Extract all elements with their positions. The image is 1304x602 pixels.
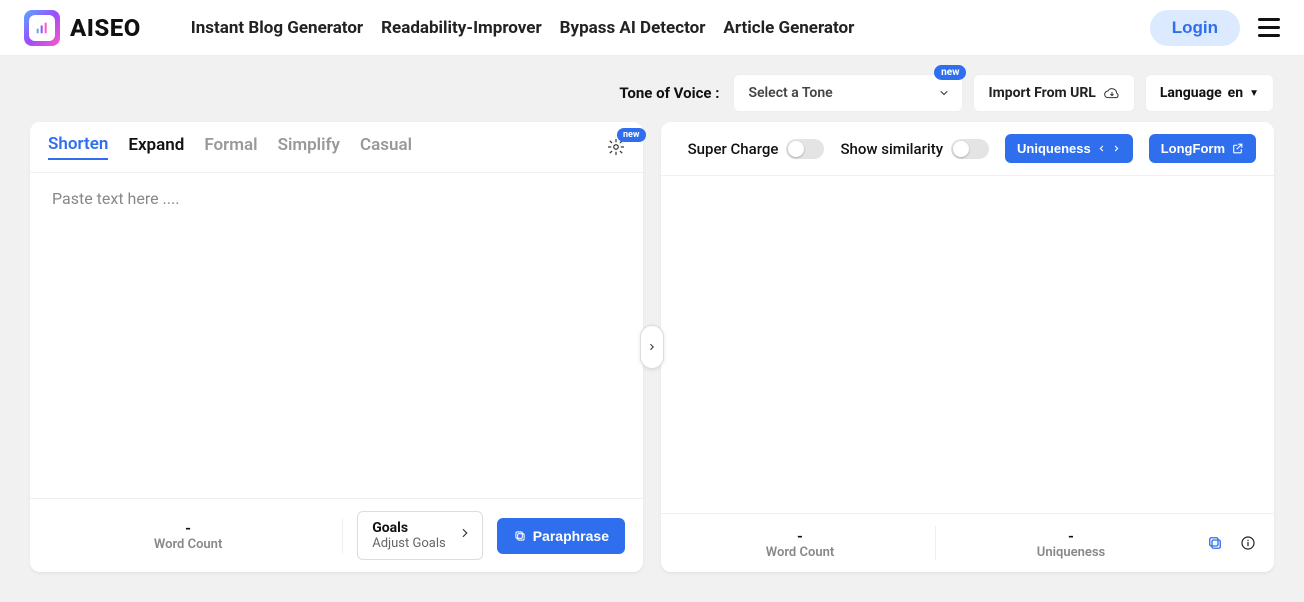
super-charge-label: Super Charge (688, 140, 779, 158)
paraphrase-button[interactable]: Paraphrase (497, 518, 625, 554)
output-word-count-value: - (679, 527, 921, 545)
import-url-label: Import From URL (988, 85, 1095, 101)
goals-title: Goals (372, 520, 446, 536)
language-label: Language (1160, 85, 1222, 101)
tone-select[interactable]: Select a Tone new (733, 74, 963, 112)
input-panel: Shorten Expand Formal Simplify Casual ne… (30, 122, 643, 572)
new-badge: new (934, 65, 966, 80)
chevron-right-icon (647, 340, 657, 354)
output-area (661, 176, 1274, 513)
external-link-icon (1231, 142, 1244, 155)
chevron-left-icon (1097, 144, 1106, 153)
word-count-label: Word Count (48, 537, 328, 552)
new-badge: new (617, 128, 646, 142)
uniqueness-label: Uniqueness (1017, 141, 1091, 156)
panel-divider-handle[interactable] (640, 325, 664, 369)
output-word-count-label: Word Count (679, 545, 921, 560)
longform-label: LongForm (1161, 141, 1225, 156)
chevron-right-icon (1112, 144, 1121, 153)
super-charge-toggle[interactable] (786, 139, 824, 159)
divider (342, 519, 343, 553)
language-select[interactable]: Language en ▼ (1145, 74, 1274, 112)
chevron-down-icon (938, 87, 950, 99)
menu-icon[interactable] (1258, 18, 1280, 37)
divider (935, 526, 936, 560)
chevron-right-icon (458, 526, 472, 540)
settings-button[interactable]: new (607, 138, 625, 156)
paraphrase-label: Paraphrase (533, 528, 609, 544)
logo-mark[interactable] (24, 10, 60, 46)
nav-article[interactable]: Article Generator (723, 18, 854, 38)
tab-simplify[interactable]: Simplify (278, 135, 340, 159)
nav-readability[interactable]: Readability-Improver (381, 18, 542, 38)
tone-label: Tone of Voice : (619, 84, 719, 102)
longform-button[interactable]: LongForm (1149, 134, 1256, 163)
goals-button[interactable]: Goals Adjust Goals (357, 511, 483, 560)
goals-subtitle: Adjust Goals (372, 536, 446, 551)
tab-formal[interactable]: Formal (204, 135, 257, 159)
uniqueness-label: Uniqueness (950, 545, 1192, 560)
input-textarea[interactable] (30, 173, 643, 498)
tone-value: Select a Tone (748, 85, 832, 101)
word-count-value: - (48, 519, 328, 537)
import-url-button[interactable]: Import From URL (973, 74, 1134, 112)
caret-down-icon: ▼ (1249, 88, 1259, 99)
language-value: en (1228, 85, 1243, 101)
tab-shorten[interactable]: Shorten (48, 134, 108, 160)
copy-button[interactable] (1206, 534, 1224, 552)
brand-name: AISEO (70, 14, 141, 42)
nav-bypass[interactable]: Bypass AI Detector (560, 18, 706, 38)
show-similarity-label: Show similarity (840, 140, 943, 158)
uniqueness-value: - (950, 527, 1192, 545)
login-button[interactable]: Login (1150, 10, 1240, 46)
info-button[interactable] (1240, 535, 1256, 551)
uniqueness-button[interactable]: Uniqueness (1005, 134, 1133, 163)
copy-icon (513, 529, 527, 543)
output-panel: Super Charge Show similarity Uniqueness … (661, 122, 1274, 572)
tab-expand[interactable]: Expand (128, 135, 184, 159)
tab-casual[interactable]: Casual (360, 135, 412, 159)
show-similarity-toggle[interactable] (951, 139, 989, 159)
nav-blog[interactable]: Instant Blog Generator (191, 18, 363, 38)
cloud-download-icon (1104, 85, 1120, 101)
